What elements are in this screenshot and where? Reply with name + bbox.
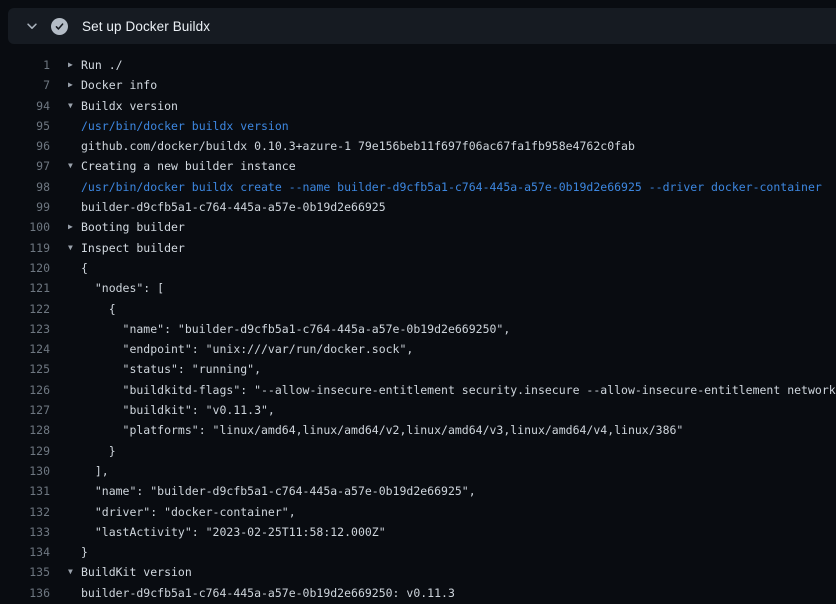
line-number[interactable]: 98 [0,177,50,197]
step-title: Set up Docker Buildx [82,19,210,34]
log-line: 123 "name": "builder-d9cfb5a1-c764-445a-… [0,319,836,339]
group-title: Booting builder [81,220,185,234]
log-line: 122 { [0,299,836,319]
line-number[interactable]: 124 [0,339,50,359]
line-number[interactable]: 132 [0,502,50,522]
group-title: Buildx version [81,99,178,113]
group-title: Docker info [81,78,157,92]
triangle-expanded-icon[interactable]: ▼ [68,156,81,176]
output-text: "endpoint": "unix:///var/run/docker.sock… [81,342,413,356]
chevron-down-icon[interactable] [18,19,46,33]
output-text: { [81,302,116,316]
line-number[interactable]: 123 [0,319,50,339]
line-number[interactable]: 133 [0,522,50,542]
log-group-row[interactable]: 94 ▼Buildx version [0,96,836,116]
output-text: "nodes": [ [81,281,164,295]
output-text: builder-d9cfb5a1-c764-445a-a57e-0b19d2e6… [81,586,455,600]
triangle-collapsed-icon[interactable]: ▶ [68,75,81,95]
line-number[interactable]: 135 [0,562,50,582]
line-number[interactable]: 127 [0,400,50,420]
log-line: 125 "status": "running", [0,359,836,379]
triangle-expanded-icon[interactable]: ▼ [68,96,81,116]
output-text: "platforms": "linux/amd64,linux/amd64/v2… [81,423,683,437]
output-text: "buildkitd-flags": "--allow-insecure-ent… [81,383,836,397]
line-number[interactable]: 130 [0,461,50,481]
line-number[interactable]: 94 [0,96,50,116]
log-line: 129 } [0,441,836,461]
log-line: 99 builder-d9cfb5a1-c764-445a-a57e-0b19d2… [0,197,836,217]
log-output[interactable]: 1▶Run ./7▶Docker info94▼Buildx version95… [0,44,836,604]
output-text: builder-d9cfb5a1-c764-445a-a57e-0b19d2e6… [81,200,386,214]
line-number[interactable]: 122 [0,299,50,319]
triangle-collapsed-icon[interactable]: ▶ [68,217,81,237]
log-line: 130 ], [0,461,836,481]
log-line: 121 "nodes": [ [0,278,836,298]
log-group-row[interactable]: 1 ▶Run ./ [0,55,836,75]
log-line: 128 "platforms": "linux/amd64,linux/amd6… [0,420,836,440]
command-text: /usr/bin/docker buildx create --name bui… [81,180,822,194]
log-lines: 1▶Run ./7▶Docker info94▼Buildx version95… [0,55,836,603]
line-number[interactable]: 136 [0,583,50,603]
line-number[interactable]: 96 [0,136,50,156]
output-text: "name": "builder-d9cfb5a1-c764-445a-a57e… [81,484,476,498]
log-line: 120 { [0,258,836,278]
output-text: "name": "builder-d9cfb5a1-c764-445a-a57e… [81,322,510,336]
log-line: 133 "lastActivity": "2023-02-25T11:58:12… [0,522,836,542]
output-text: "status": "running", [81,362,261,376]
line-number[interactable]: 100 [0,217,50,237]
group-title: BuildKit version [81,565,192,579]
log-line: 127 "buildkit": "v0.11.3", [0,400,836,420]
triangle-expanded-icon[interactable]: ▼ [68,562,81,582]
line-number[interactable]: 131 [0,481,50,501]
line-number[interactable]: 99 [0,197,50,217]
line-number[interactable]: 126 [0,380,50,400]
line-number[interactable]: 120 [0,258,50,278]
log-line: 136 builder-d9cfb5a1-c764-445a-a57e-0b19d… [0,583,836,603]
output-text: ], [81,464,109,478]
output-text: "lastActivity": "2023-02-25T11:58:12.000… [81,525,386,539]
output-text: { [81,261,88,275]
line-number[interactable]: 125 [0,359,50,379]
log-group-row[interactable]: 97 ▼Creating a new builder instance [0,156,836,176]
triangle-expanded-icon[interactable]: ▼ [68,238,81,258]
log-line: 134} [0,542,836,562]
log-line: 96 github.com/docker/buildx 0.10.3+azure-… [0,136,836,156]
log-line: 124 "endpoint": "unix:///var/run/docker.… [0,339,836,359]
log-line: 98/usr/bin/docker buildx create --name b… [0,177,836,197]
output-text: "buildkit": "v0.11.3", [81,403,275,417]
line-number[interactable]: 128 [0,420,50,440]
output-text: "driver": "docker-container", [81,505,296,519]
output-text: github.com/docker/buildx 0.10.3+azure-1 … [81,139,635,153]
log-group-row[interactable]: 7 ▶Docker info [0,75,836,95]
group-title: Creating a new builder instance [81,159,296,173]
output-text: } [81,545,88,559]
line-number[interactable]: 134 [0,542,50,562]
line-number[interactable]: 97 [0,156,50,176]
triangle-collapsed-icon[interactable]: ▶ [68,55,81,75]
log-group-row[interactable]: 119 ▼Inspect builder [0,238,836,258]
group-title: Run ./ [81,58,123,72]
log-line: 131 "name": "builder-d9cfb5a1-c764-445a-… [0,481,836,501]
line-number[interactable]: 119 [0,238,50,258]
step-header[interactable]: Set up Docker Buildx [8,8,836,44]
group-title: Inspect builder [81,241,185,255]
log-line: 95/usr/bin/docker buildx version [0,116,836,136]
step-success-check-icon [51,18,68,35]
line-number[interactable]: 121 [0,278,50,298]
log-line: 126 "buildkitd-flags": "--allow-insecure… [0,380,836,400]
command-text: /usr/bin/docker buildx version [81,119,289,133]
line-number[interactable]: 1 [0,55,50,75]
line-number[interactable]: 129 [0,441,50,461]
log-group-row[interactable]: 100 ▶Booting builder [0,217,836,237]
line-number[interactable]: 95 [0,116,50,136]
log-group-row[interactable]: 135 ▼BuildKit version [0,562,836,582]
log-line: 132 "driver": "docker-container", [0,502,836,522]
line-number[interactable]: 7 [0,75,50,95]
output-text: } [81,444,116,458]
